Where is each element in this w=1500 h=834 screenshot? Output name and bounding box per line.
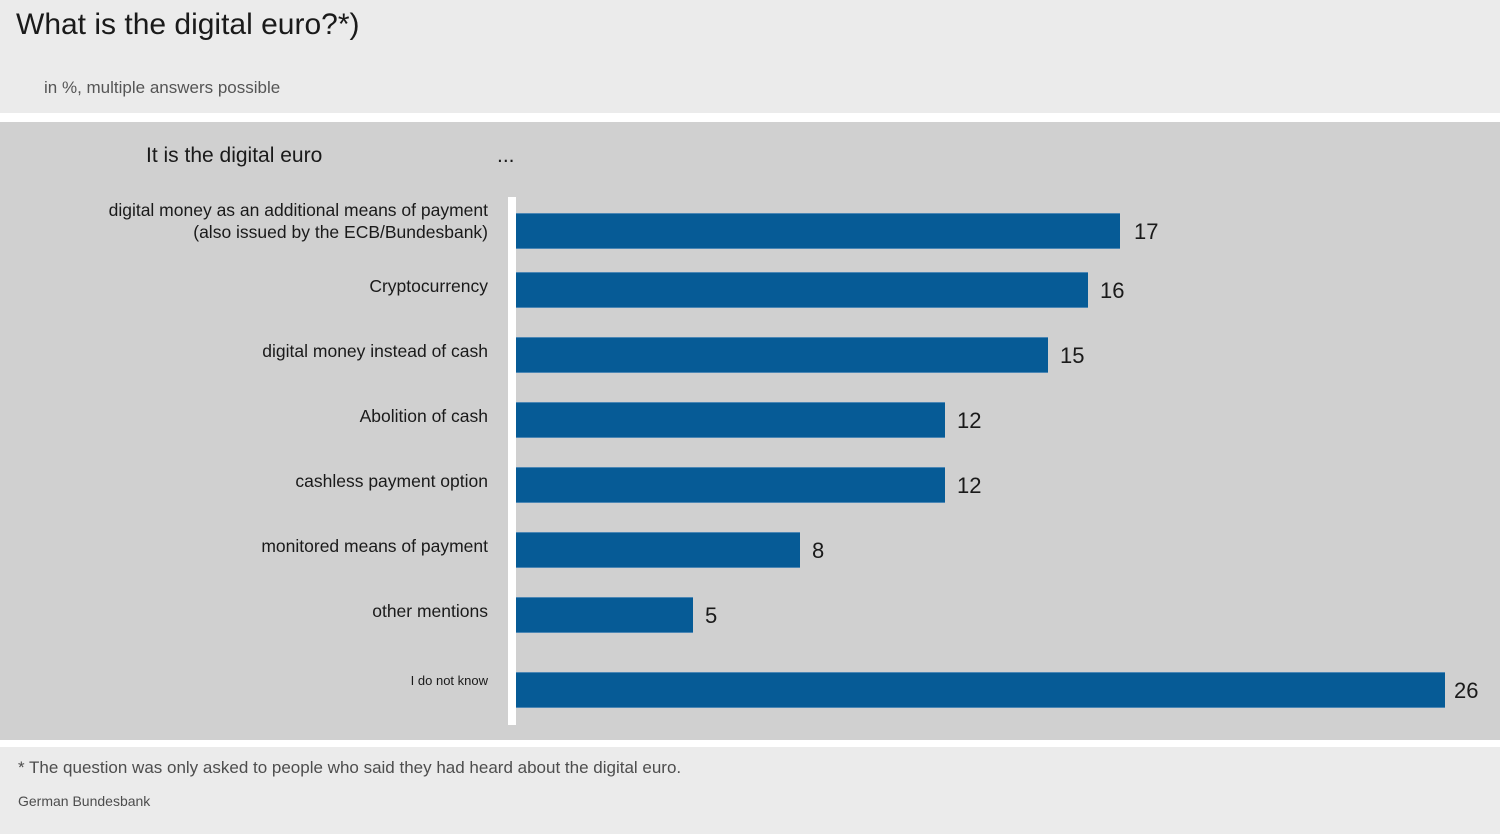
bar-category-label: other mentions [8,601,488,622]
chart-subtitle: in %, multiple answers possible [44,78,281,97]
bar-value-label: 5 [705,603,718,628]
bar-category-label: digital money as an additional means of … [8,199,488,243]
bar [516,467,945,503]
category-label-line-1: Cryptocurrency [369,276,488,296]
category-label-line-1: cashless payment option [295,471,488,491]
chart-row: digital money as an additional means of … [0,197,1500,249]
chart-row: digital money instead of cash 15 [0,327,1500,379]
bar-value-label: 12 [957,408,982,433]
bar-value-label: 12 [957,473,982,498]
category-label-line-1: other mentions [372,601,488,621]
column-header: It is the digital euro ... [0,132,1500,184]
bar-value-label: 17 [1134,219,1159,244]
chart-row: Abolition of cash 12 [0,392,1500,444]
column-header-label: It is the digital euro [146,144,323,167]
bar [516,402,945,438]
category-label-line-1: digital money as an additional means of … [108,200,488,220]
column-header-ellipsis: ... [497,144,515,167]
bar-category-label: Abolition of cash [8,406,488,427]
header-band: What is the digital euro?*) in %, multip… [0,0,1500,113]
category-label-line-1: monitored means of payment [261,536,488,556]
chart-row: Cryptocurrency 16 [0,262,1500,314]
chart-row: cashless payment option 12 [0,457,1500,509]
category-label-line-1: Abolition of cash [359,406,488,426]
bar [516,272,1088,308]
bar [516,597,693,633]
bar-value-label: 8 [812,538,825,563]
chart-row: other mentions 5 [0,587,1500,639]
bar [516,337,1048,373]
bar-value-label: 15 [1060,343,1085,368]
chart-panel: It is the digital euro ... digital money… [0,122,1500,740]
chart-row: monitored means of payment 8 [0,522,1500,574]
category-label-line-1: I do not know [410,673,488,688]
footer-divider [0,740,1500,747]
bar-category-label: monitored means of payment [8,536,488,557]
bar-category-label: cashless payment option [8,471,488,492]
footnote-text: * The question was only asked to people … [18,758,682,777]
bar-value-label: 16 [1100,278,1125,303]
bar-category-label: Cryptocurrency [8,276,488,297]
bar [516,213,1120,249]
chart-row: I do not know 26 [0,652,1500,708]
bar-category-label: I do not know [8,670,488,691]
bar [516,532,800,568]
bar [516,672,1445,708]
page-title: What is the digital euro?*) [16,8,360,41]
bar-value-label: 26 [1454,678,1479,703]
category-label-line-2: (also issued by the ECB/Bundesbank) [193,222,488,242]
header-divider [0,113,1500,122]
footer-band: * The question was only asked to people … [0,747,1500,834]
category-label-line-1: digital money instead of cash [262,341,488,361]
bar-category-label: digital money instead of cash [8,341,488,362]
source-label: German Bundesbank [18,793,151,809]
